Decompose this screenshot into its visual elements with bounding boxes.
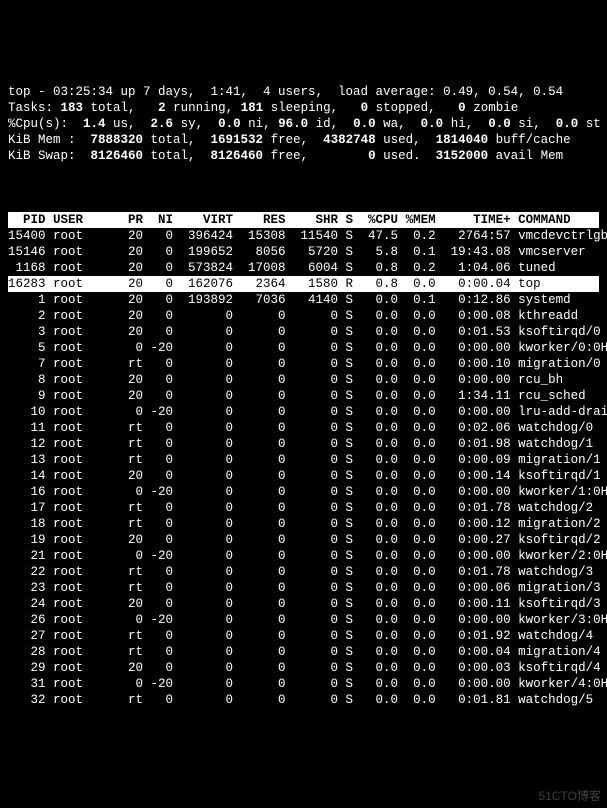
process-row[interactable]: 27 root rt 0 0 0 0 S 0.0 0.0 0:01.92 wat…: [8, 628, 599, 644]
process-row[interactable]: 3 root 20 0 0 0 0 S 0.0 0.0 0:01.53 ksof…: [8, 324, 599, 340]
tasks-line: Tasks: 183 total, 2 running, 181 sleepin…: [8, 101, 518, 115]
swap-line: KiB Swap: 8126460 total, 8126460 free, 0…: [8, 149, 563, 163]
summary-block: top - 03:25:34 up 7 days, 1:41, 4 users,…: [8, 68, 599, 164]
process-row[interactable]: 32 root rt 0 0 0 0 S 0.0 0.0 0:01.81 wat…: [8, 692, 599, 708]
mem-line: KiB Mem : 7888320 total, 1691532 free, 4…: [8, 133, 571, 147]
process-row[interactable]: 10 root 0 -20 0 0 0 S 0.0 0.0 0:00.00 lr…: [8, 404, 599, 420]
column-headers: PID USER PR NI VIRT RES SHR S %CPU %MEM …: [8, 212, 599, 228]
uptime-line: top - 03:25:34 up 7 days, 1:41, 4 users,…: [8, 85, 563, 99]
process-row[interactable]: 19 root 20 0 0 0 0 S 0.0 0.0 0:00.27 kso…: [8, 532, 599, 548]
cpu-line: %Cpu(s): 1.4 us, 2.6 sy, 0.0 ni, 96.0 id…: [8, 117, 601, 131]
process-row[interactable]: 17 root rt 0 0 0 0 S 0.0 0.0 0:01.78 wat…: [8, 500, 599, 516]
process-row[interactable]: 21 root 0 -20 0 0 0 S 0.0 0.0 0:00.00 kw…: [8, 548, 599, 564]
process-row[interactable]: 15146 root 20 0 199652 8056 5720 S 5.8 0…: [8, 244, 599, 260]
process-row[interactable]: 8 root 20 0 0 0 0 S 0.0 0.0 0:00.00 rcu_…: [8, 372, 599, 388]
process-row[interactable]: 7 root rt 0 0 0 0 S 0.0 0.0 0:00.10 migr…: [8, 356, 599, 372]
process-row[interactable]: 24 root 20 0 0 0 0 S 0.0 0.0 0:00.11 kso…: [8, 596, 599, 612]
process-row[interactable]: 31 root 0 -20 0 0 0 S 0.0 0.0 0:00.00 kw…: [8, 676, 599, 692]
process-row[interactable]: 11 root rt 0 0 0 0 S 0.0 0.0 0:02.06 wat…: [8, 420, 599, 436]
process-row[interactable]: 16 root 0 -20 0 0 0 S 0.0 0.0 0:00.00 kw…: [8, 484, 599, 500]
process-row[interactable]: 15400 root 20 0 396424 15308 11540 S 47.…: [8, 228, 599, 244]
process-row[interactable]: 18 root rt 0 0 0 0 S 0.0 0.0 0:00.12 mig…: [8, 516, 599, 532]
process-row[interactable]: 1 root 20 0 193892 7036 4140 S 0.0 0.1 0…: [8, 292, 599, 308]
process-list[interactable]: 15400 root 20 0 396424 15308 11540 S 47.…: [8, 228, 599, 708]
process-row[interactable]: 26 root 0 -20 0 0 0 S 0.0 0.0 0:00.00 kw…: [8, 612, 599, 628]
process-row[interactable]: 13 root rt 0 0 0 0 S 0.0 0.0 0:00.09 mig…: [8, 452, 599, 468]
process-row[interactable]: 12 root rt 0 0 0 0 S 0.0 0.0 0:01.98 wat…: [8, 436, 599, 452]
process-row[interactable]: 16283 root 20 0 162076 2364 1580 R 0.8 0…: [8, 276, 599, 292]
process-row[interactable]: 14 root 20 0 0 0 0 S 0.0 0.0 0:00.14 kso…: [8, 468, 599, 484]
process-row[interactable]: 1168 root 20 0 573824 17008 6004 S 0.8 0…: [8, 260, 599, 276]
process-row[interactable]: 5 root 0 -20 0 0 0 S 0.0 0.0 0:00.00 kwo…: [8, 340, 599, 356]
process-row[interactable]: 2 root 20 0 0 0 0 S 0.0 0.0 0:00.08 kthr…: [8, 308, 599, 324]
process-row[interactable]: 23 root rt 0 0 0 0 S 0.0 0.0 0:00.06 mig…: [8, 580, 599, 596]
blank-line: [8, 180, 599, 196]
watermark-text: 51CTO博客: [539, 788, 601, 804]
process-row[interactable]: 29 root 20 0 0 0 0 S 0.0 0.0 0:00.03 kso…: [8, 660, 599, 676]
process-row[interactable]: 22 root rt 0 0 0 0 S 0.0 0.0 0:01.78 wat…: [8, 564, 599, 580]
process-row[interactable]: 28 root rt 0 0 0 0 S 0.0 0.0 0:00.04 mig…: [8, 644, 599, 660]
process-row[interactable]: 9 root 20 0 0 0 0 S 0.0 0.0 1:34.11 rcu_…: [8, 388, 599, 404]
